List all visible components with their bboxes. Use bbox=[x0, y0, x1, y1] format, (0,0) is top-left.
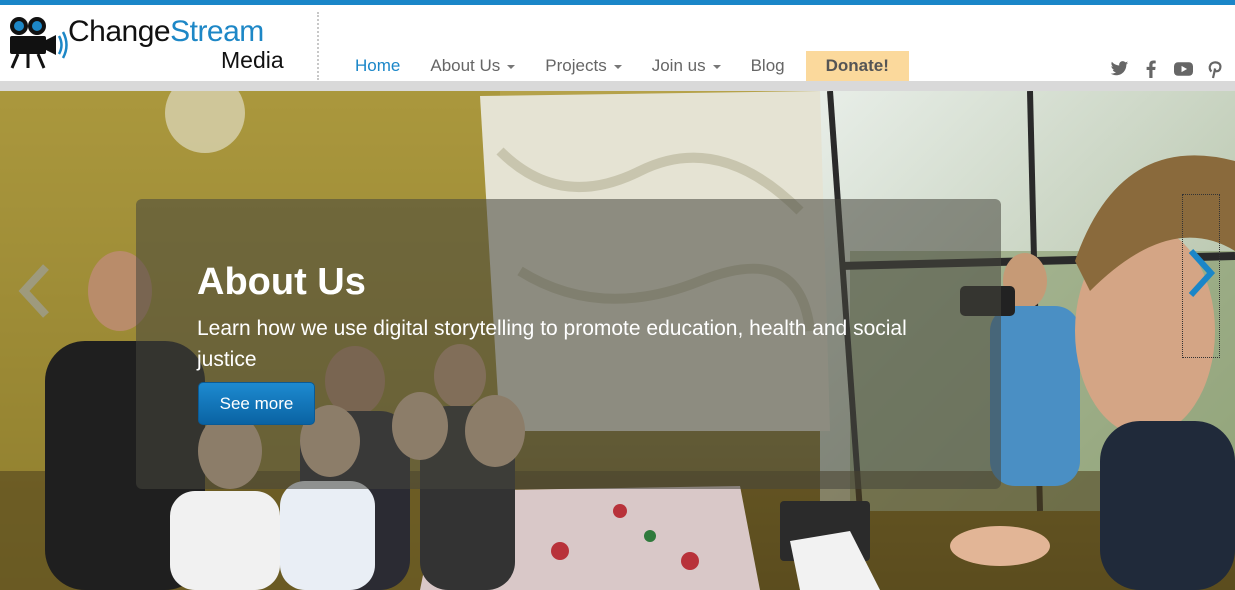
carousel-prev-button[interactable] bbox=[14, 261, 54, 321]
header-vertical-divider bbox=[317, 12, 319, 80]
social-links bbox=[1109, 59, 1225, 79]
see-more-button[interactable]: See more bbox=[198, 382, 315, 425]
caret-down-icon bbox=[613, 65, 622, 69]
hero-title: About Us bbox=[197, 261, 366, 303]
hero-carousel: About Us Learn how we use digital storyt… bbox=[0, 91, 1235, 590]
twitter-icon[interactable] bbox=[1109, 59, 1129, 79]
nav-about-us[interactable]: About Us bbox=[415, 51, 530, 81]
chevron-right-icon bbox=[1188, 248, 1216, 298]
nav-home[interactable]: Home bbox=[340, 51, 415, 81]
hero-text: Learn how we use digital storytelling to… bbox=[197, 317, 907, 371]
carousel-next-button[interactable] bbox=[1182, 194, 1220, 358]
chevron-left-icon bbox=[18, 264, 49, 318]
nav-blog[interactable]: Blog bbox=[736, 51, 800, 81]
film-camera-icon bbox=[10, 17, 68, 69]
youtube-icon[interactable] bbox=[1173, 59, 1193, 79]
hero-caption: About Us Learn how we use digital storyt… bbox=[136, 199, 1001, 489]
site-logo[interactable]: ChangeStream Media bbox=[6, 12, 306, 78]
brand-name: ChangeStream bbox=[68, 15, 264, 48]
caret-down-icon bbox=[712, 65, 721, 69]
facebook-icon[interactable] bbox=[1141, 59, 1161, 79]
nav-projects[interactable]: Projects bbox=[530, 51, 636, 81]
header-divider bbox=[0, 81, 1235, 91]
donate-button[interactable]: Donate! bbox=[805, 51, 909, 81]
brand-subtitle: Media bbox=[221, 47, 284, 73]
nav-join-us[interactable]: Join us bbox=[637, 51, 736, 81]
pinterest-icon[interactable] bbox=[1205, 59, 1225, 79]
caret-down-icon bbox=[507, 65, 516, 69]
main-nav: Home About Us Projects Join us Blog Dona… bbox=[340, 51, 909, 81]
